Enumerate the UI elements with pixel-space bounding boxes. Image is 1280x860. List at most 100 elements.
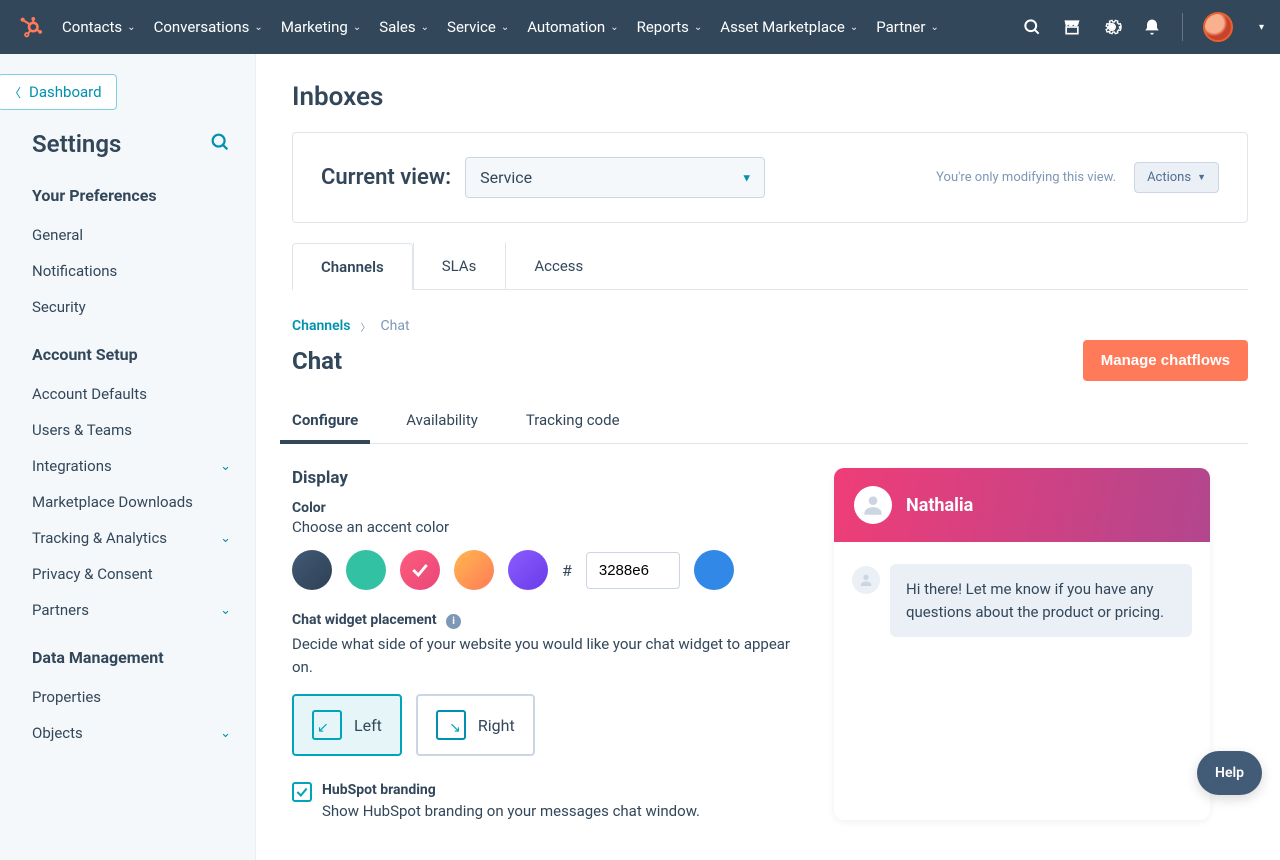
chevron-down-icon: ▼ <box>741 171 752 184</box>
current-view-label: Current view: <box>321 165 451 190</box>
sidebar-item-partners[interactable]: Partners⌄ <box>32 592 231 628</box>
tab-slas[interactable]: SLAs <box>413 242 506 289</box>
chevron-down-icon: ⌄ <box>127 22 135 33</box>
placement-right-icon: ↘ <box>436 710 466 740</box>
breadcrumb: Channels 〉 Chat <box>292 318 1248 334</box>
sidebar: 〈 Dashboard Settings Your PreferencesGen… <box>0 54 256 860</box>
tab-channels[interactable]: Channels <box>292 243 413 290</box>
branding-label: HubSpot branding <box>322 782 700 798</box>
preview-mini-avatar <box>852 566 880 594</box>
sidebar-item-users-teams[interactable]: Users & Teams <box>32 412 231 448</box>
hubspot-logo[interactable] <box>16 13 44 41</box>
sidebar-item-tracking-analytics[interactable]: Tracking & Analytics⌄ <box>32 520 231 556</box>
sidebar-item-objects[interactable]: Objects⌄ <box>32 715 231 751</box>
color-swatch-navy[interactable] <box>292 550 332 590</box>
subtab-tracking-code[interactable]: Tracking code <box>526 399 620 443</box>
actions-button[interactable]: Actions ▼ <box>1134 162 1219 193</box>
nav-item-service[interactable]: Service⌄ <box>447 18 509 36</box>
bell-icon[interactable] <box>1142 17 1162 37</box>
chevron-down-icon: ⌄ <box>694 22 702 33</box>
nav-item-conversations[interactable]: Conversations⌄ <box>154 18 263 36</box>
placement-right-label: Right <box>478 716 515 735</box>
chat-preview: Nathalia Hi there! Let me know if you ha… <box>834 468 1210 820</box>
color-swatch-blue[interactable] <box>694 550 734 590</box>
preview-name: Nathalia <box>906 495 973 516</box>
chat-subtabs: Configure Availability Tracking code <box>292 399 1248 444</box>
subtab-configure[interactable]: Configure <box>292 399 358 443</box>
subtab-availability[interactable]: Availability <box>406 399 478 443</box>
chevron-down-icon: ⌄ <box>353 22 361 33</box>
sidebar-section-head: Data Management <box>32 648 231 667</box>
placement-left-label: Left <box>354 716 382 735</box>
nav-item-automation[interactable]: Automation⌄ <box>527 18 618 36</box>
main-content: Inboxes Current view: Service ▼ You're o… <box>256 54 1280 860</box>
marketplace-icon[interactable] <box>1062 17 1082 37</box>
sidebar-section-head: Account Setup <box>32 345 231 364</box>
chevron-down-icon: ⌄ <box>850 22 858 33</box>
color-swatch-teal[interactable] <box>346 550 386 590</box>
nav-item-reports[interactable]: Reports⌄ <box>637 18 703 36</box>
avatar-caret-icon[interactable]: ▾ <box>1259 22 1264 33</box>
chevron-down-icon: ⌄ <box>220 726 231 741</box>
placement-left-icon: ↙ <box>312 710 342 740</box>
placement-right-button[interactable]: ↘ Right <box>416 694 535 756</box>
sidebar-item-integrations[interactable]: Integrations⌄ <box>32 448 231 484</box>
current-view-value: Service <box>480 168 532 187</box>
nav-item-marketing[interactable]: Marketing⌄ <box>281 18 361 36</box>
sidebar-search-icon[interactable] <box>209 131 231 157</box>
sidebar-item-general[interactable]: General <box>32 217 231 253</box>
nav-item-sales[interactable]: Sales⌄ <box>379 18 429 36</box>
chevron-left-icon: 〈 <box>9 84 21 101</box>
chat-heading: Chat <box>292 347 342 375</box>
settings-title: Settings <box>32 130 121 158</box>
preview-avatar <box>854 486 892 524</box>
actions-label: Actions <box>1147 170 1191 185</box>
color-swatch-orange[interactable] <box>454 550 494 590</box>
nav-item-partner[interactable]: Partner⌄ <box>876 18 939 36</box>
current-view-card: Current view: Service ▼ You're only modi… <box>292 132 1248 223</box>
placement-left-button[interactable]: ↙ Left <box>292 694 402 756</box>
placement-desc: Decide what side of your website you wou… <box>292 633 792 678</box>
branding-checkbox[interactable] <box>292 782 312 802</box>
back-label: Dashboard <box>29 83 102 101</box>
chevron-down-icon: ⌄ <box>610 22 618 33</box>
breadcrumb-chat: Chat <box>381 318 410 334</box>
sidebar-item-marketplace-downloads[interactable]: Marketplace Downloads <box>32 484 231 520</box>
nav-item-contacts[interactable]: Contacts⌄ <box>62 18 136 36</box>
color-swatches: # <box>292 550 792 590</box>
color-sublabel: Choose an accent color <box>292 518 792 536</box>
hex-hash: # <box>562 561 572 580</box>
chevron-right-icon: 〉 <box>361 319 371 334</box>
help-button[interactable]: Help <box>1197 751 1262 795</box>
preview-body: Hi there! Let me know if you have any qu… <box>834 542 1210 697</box>
view-hint: You're only modifying this view. <box>936 170 1116 185</box>
color-swatch-purple[interactable] <box>508 550 548 590</box>
caret-down-icon: ▼ <box>1197 172 1206 183</box>
breadcrumb-channels[interactable]: Channels <box>292 318 351 334</box>
page-title: Inboxes <box>292 82 1248 112</box>
tab-access[interactable]: Access <box>505 242 612 289</box>
sidebar-item-privacy-consent[interactable]: Privacy & Consent <box>32 556 231 592</box>
info-icon[interactable]: i <box>446 614 461 629</box>
color-swatch-pink[interactable] <box>400 550 440 590</box>
inbox-tabs: ChannelsSLAsAccess <box>292 242 1248 290</box>
topnav-right: ▾ <box>1022 12 1264 42</box>
hex-input[interactable] <box>586 552 680 589</box>
sidebar-item-security[interactable]: Security <box>32 289 231 325</box>
sidebar-item-account-defaults[interactable]: Account Defaults <box>32 376 231 412</box>
nav-item-asset-marketplace[interactable]: Asset Marketplace⌄ <box>720 18 858 36</box>
chevron-down-icon: ⌄ <box>220 531 231 546</box>
chevron-down-icon: ⌄ <box>930 22 938 33</box>
nav-divider <box>1182 13 1183 41</box>
search-icon[interactable] <box>1022 17 1042 37</box>
chevron-down-icon: ⌄ <box>220 603 231 618</box>
chevron-down-icon: ⌄ <box>254 22 262 33</box>
manage-chatflows-button[interactable]: Manage chatflows <box>1083 340 1248 381</box>
current-view-select[interactable]: Service ▼ <box>465 157 765 198</box>
gear-icon[interactable] <box>1102 17 1122 37</box>
user-avatar[interactable] <box>1203 12 1233 42</box>
sidebar-item-notifications[interactable]: Notifications <box>32 253 231 289</box>
placement-label: Chat widget placement <box>292 612 437 628</box>
sidebar-item-properties[interactable]: Properties <box>32 679 231 715</box>
back-dashboard-button[interactable]: 〈 Dashboard <box>0 74 117 110</box>
